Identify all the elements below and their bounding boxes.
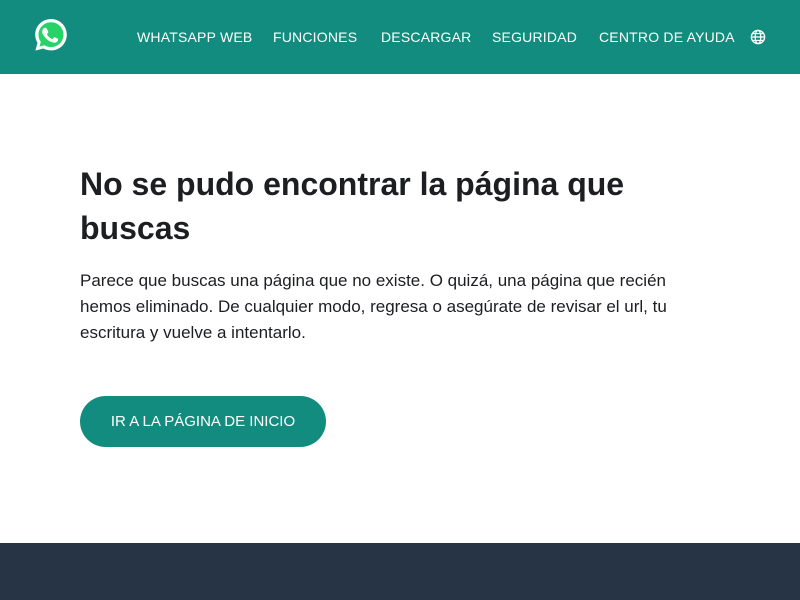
footer: [0, 543, 800, 600]
nav-item-centro-de-ayuda[interactable]: CENTRO DE AYUDA: [599, 29, 735, 45]
top-navbar: WHATSAPP WEB FUNCIONES DESCARGAR SEGURID…: [0, 0, 800, 74]
whatsapp-logo-icon[interactable]: [33, 17, 69, 53]
page-title: No se pudo encontrar la página que busca…: [80, 166, 625, 246]
nav-item-whatsapp-web[interactable]: WHATSAPP WEB: [137, 29, 252, 45]
globe-icon[interactable]: [750, 29, 766, 45]
nav-item-descargar[interactable]: DESCARGAR: [381, 29, 471, 45]
nav-item-seguridad[interactable]: SEGURIDAD: [492, 29, 577, 45]
error-description: Parece que buscas una página que no exis…: [80, 271, 667, 342]
go-home-button[interactable]: IR A LA PÁGINA DE INICIO: [80, 396, 326, 447]
nav-item-funciones[interactable]: FUNCIONES: [273, 29, 357, 45]
